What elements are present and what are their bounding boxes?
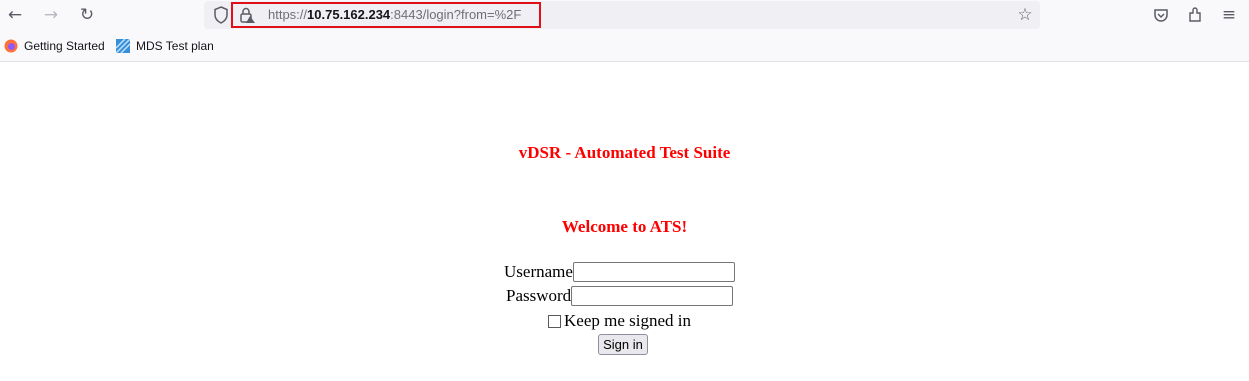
shield-icon[interactable]	[210, 4, 232, 26]
site-icon	[115, 38, 131, 54]
back-arrow-icon[interactable]: ←	[4, 4, 26, 26]
welcome-message: Welcome to ATS!	[561, 217, 688, 236]
url-host: 10.75.162.234	[307, 7, 391, 22]
pocket-icon[interactable]	[1150, 4, 1172, 26]
bookmark-getting-started[interactable]: Getting Started	[4, 39, 105, 53]
remember-label: Keep me signed in	[564, 311, 691, 330]
password-row: Password	[506, 286, 734, 306]
url-rest: :8443/login?from=%2F	[390, 7, 522, 22]
firefox-icon	[4, 39, 18, 53]
username-row: Username	[504, 262, 735, 282]
password-input[interactable]	[571, 286, 734, 306]
reload-icon[interactable]: ↻	[76, 4, 98, 26]
star-bookmark-icon[interactable]: ☆	[1014, 4, 1036, 26]
url-prefix: https://	[268, 7, 308, 22]
forward-arrow-icon[interactable]: →	[40, 4, 62, 26]
username-label: Username	[504, 262, 573, 281]
bookmark-label: MDS Test plan	[136, 39, 214, 53]
bookmarks-bar: Getting Started MDS Test plan	[0, 31, 1249, 62]
remember-row: Keep me signed in	[548, 311, 691, 331]
username-input[interactable]	[572, 262, 735, 282]
menu-hamburger-icon[interactable]: ≡	[1218, 4, 1240, 26]
bookmark-mds-test-plan[interactable]: MDS Test plan	[115, 38, 214, 54]
bookmark-label: Getting Started	[24, 39, 105, 53]
browser-toolbar: ← → ↻ https://10.75.162.234:8443/login?f…	[0, 0, 1249, 31]
page-title: vDSR - Automated Test Suite	[518, 143, 731, 162]
extensions-icon[interactable]	[1184, 4, 1206, 26]
sign-in-button[interactable]: Sign in	[598, 334, 648, 355]
url-text[interactable]: https://10.75.162.234:8443/login?from=%2…	[268, 7, 521, 22]
remember-checkbox[interactable]	[548, 314, 561, 328]
password-label: Password	[506, 286, 572, 305]
